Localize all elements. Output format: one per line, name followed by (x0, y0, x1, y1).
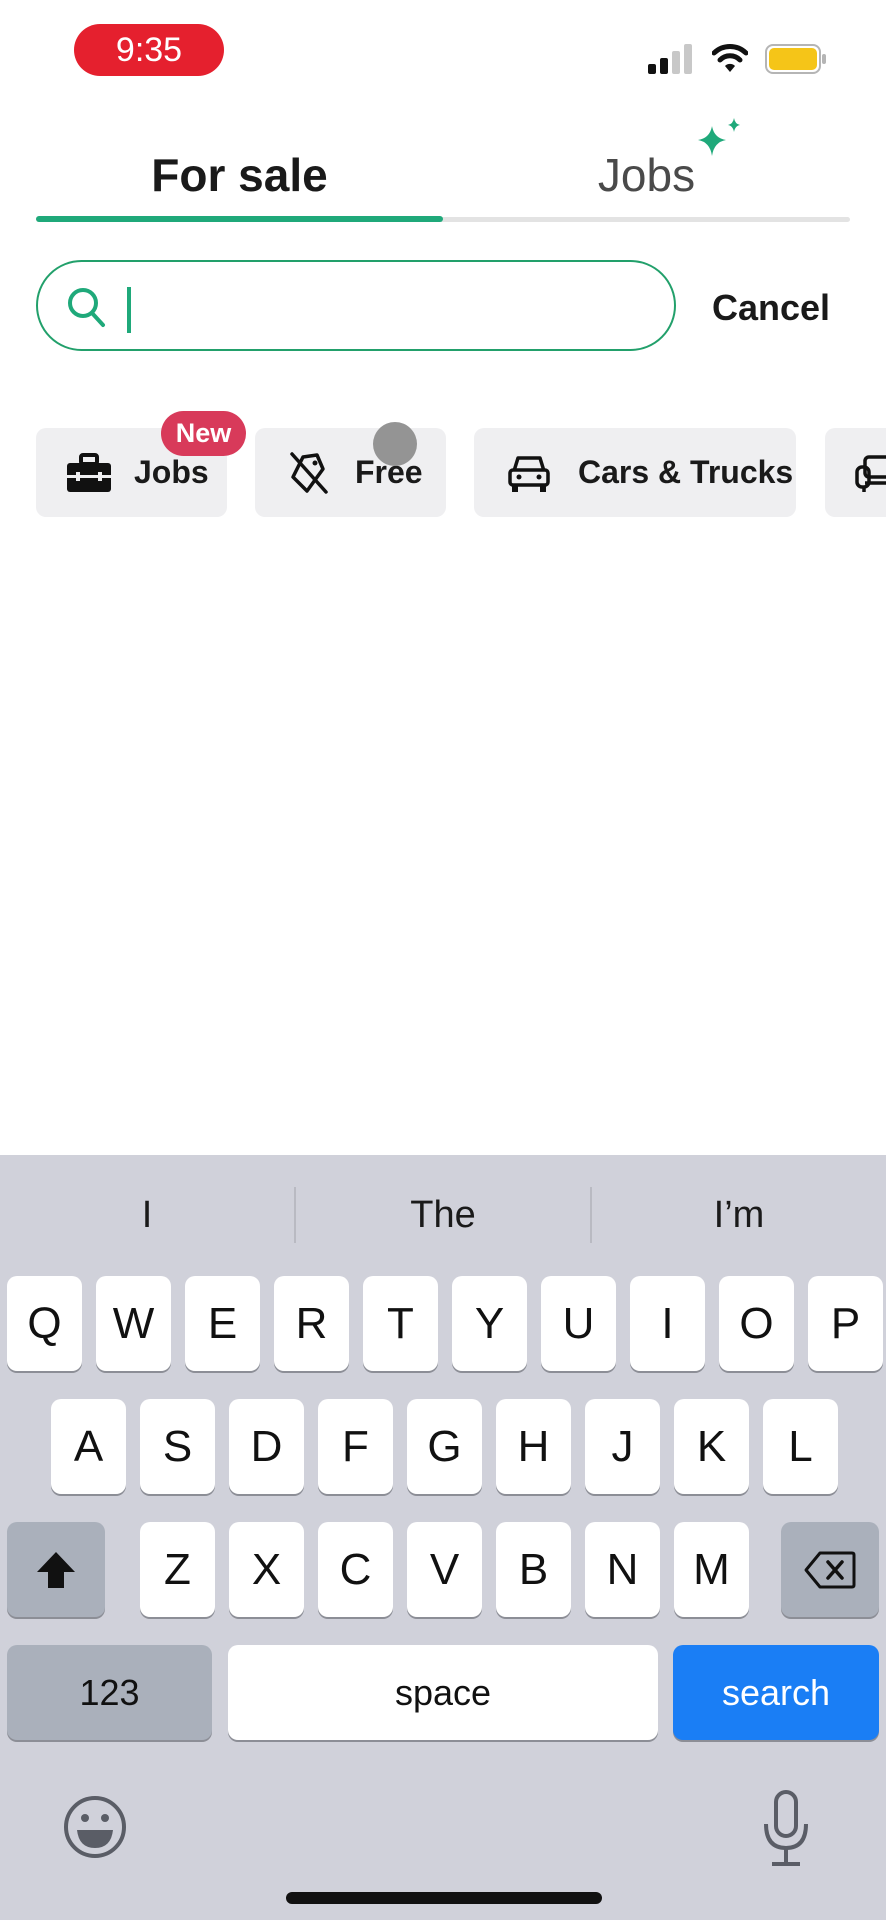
key-h[interactable]: H (496, 1399, 571, 1494)
key-s[interactable]: S (140, 1399, 215, 1494)
space-key[interactable]: space (228, 1645, 658, 1740)
key-d[interactable]: D (229, 1399, 304, 1494)
key-c[interactable]: C (318, 1522, 393, 1617)
sofa-icon (855, 454, 886, 492)
sparkle-icon (698, 118, 740, 156)
backspace-icon (804, 1551, 856, 1588)
tab-for-sale[interactable]: For sale (36, 140, 443, 210)
search-icon (68, 288, 105, 327)
key-n[interactable]: N (585, 1522, 660, 1617)
search-key[interactable]: search (673, 1645, 879, 1740)
category-chip-cars-trucks[interactable]: Cars & Trucks (474, 428, 796, 517)
tab-jobs[interactable]: Jobs (443, 140, 850, 210)
category-label: Cars & Trucks (578, 454, 794, 490)
microphone-icon[interactable] (760, 1790, 812, 1868)
key-r[interactable]: R (274, 1276, 349, 1371)
battery-icon (765, 44, 826, 74)
new-badge: New (161, 411, 246, 456)
car-icon (508, 455, 550, 492)
key-a[interactable]: A (51, 1399, 126, 1494)
key-t[interactable]: T (363, 1276, 438, 1371)
emoji-icon[interactable] (62, 1792, 128, 1862)
key-q[interactable]: Q (7, 1276, 82, 1371)
key-u[interactable]: U (541, 1276, 616, 1371)
wifi-icon (712, 44, 748, 72)
status-time: 9:35 (74, 24, 224, 76)
category-chip-furniture[interactable] (825, 428, 886, 517)
shift-key[interactable] (7, 1522, 105, 1617)
key-p[interactable]: P (808, 1276, 883, 1371)
key-m[interactable]: M (674, 1522, 749, 1617)
key-l[interactable]: L (763, 1399, 838, 1494)
key-v[interactable]: V (407, 1522, 482, 1617)
key-z[interactable]: Z (140, 1522, 215, 1617)
key-y[interactable]: Y (452, 1276, 527, 1371)
key-w[interactable]: W (96, 1276, 171, 1371)
tab-active-indicator (36, 216, 443, 222)
key-b[interactable]: B (496, 1522, 571, 1617)
category-label: Jobs (134, 454, 209, 490)
free-tag-icon (290, 451, 328, 494)
key-e[interactable]: E (185, 1276, 260, 1371)
cellular-signal-icon (648, 44, 692, 74)
key-x[interactable]: X (229, 1522, 304, 1617)
category-chip-free[interactable]: Free (255, 428, 446, 517)
touch-indicator (373, 422, 417, 466)
suggestion-3[interactable]: I’m (592, 1170, 886, 1260)
cancel-button[interactable]: Cancel (712, 282, 832, 334)
shift-icon (37, 1551, 75, 1588)
briefcase-icon (67, 452, 111, 492)
backspace-key[interactable] (781, 1522, 879, 1617)
home-indicator (286, 1892, 602, 1904)
suggestion-1[interactable]: I (0, 1170, 294, 1260)
key-f[interactable]: F (318, 1399, 393, 1494)
key-j[interactable]: J (585, 1399, 660, 1494)
suggestion-2[interactable]: The (296, 1170, 590, 1260)
text-caret (127, 287, 131, 333)
search-input[interactable] (36, 260, 676, 351)
key-i[interactable]: I (630, 1276, 705, 1371)
key-o[interactable]: O (719, 1276, 794, 1371)
key-k[interactable]: K (674, 1399, 749, 1494)
numbers-key[interactable]: 123 (7, 1645, 212, 1740)
key-g[interactable]: G (407, 1399, 482, 1494)
